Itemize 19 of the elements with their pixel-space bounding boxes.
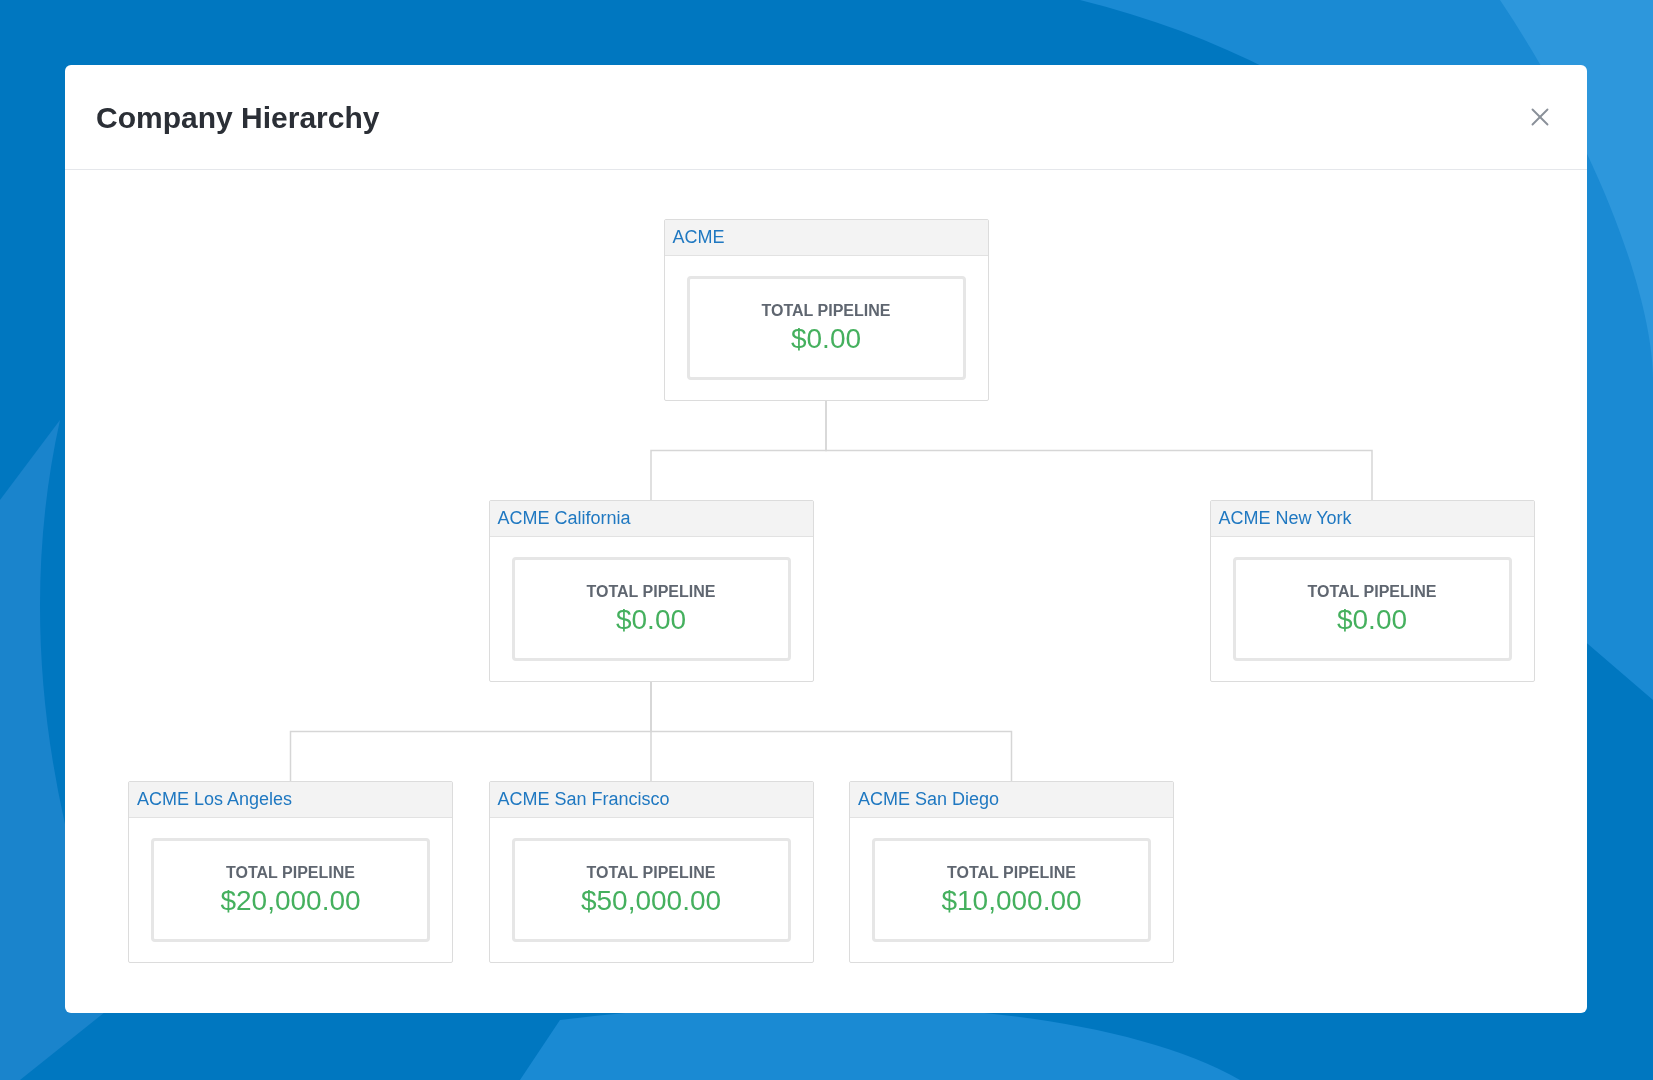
company-link[interactable]: ACME [672,224,725,251]
pipeline-value: $0.00 [790,321,862,356]
pipeline-value: $50,000.00 [580,883,722,918]
pipeline-value: $10,000.00 [941,883,1082,918]
pipeline-value: $0.00 [1336,602,1408,637]
pipeline-label: TOTAL PIPELINE [586,862,716,883]
company-link[interactable]: ACME San Francisco [497,786,670,813]
pipeline-value: $20,000.00 [220,883,361,918]
company-link[interactable]: ACME Los Angeles [137,786,293,813]
dialog-title: Company Hierarchy [96,99,380,136]
pipeline-value: $0.00 [615,602,687,637]
company-link[interactable]: ACME California [497,505,631,532]
pipeline-label: TOTAL PIPELINE [1307,581,1437,602]
pipeline-label: TOTAL PIPELINE [586,581,716,602]
pipeline-label: TOTAL PIPELINE [947,862,1076,883]
company-link[interactable]: ACME San Diego [858,786,1000,813]
company-link[interactable]: ACME New York [1218,505,1352,532]
pipeline-label: TOTAL PIPELINE [761,300,891,321]
pipeline-label: TOTAL PIPELINE [226,862,355,883]
